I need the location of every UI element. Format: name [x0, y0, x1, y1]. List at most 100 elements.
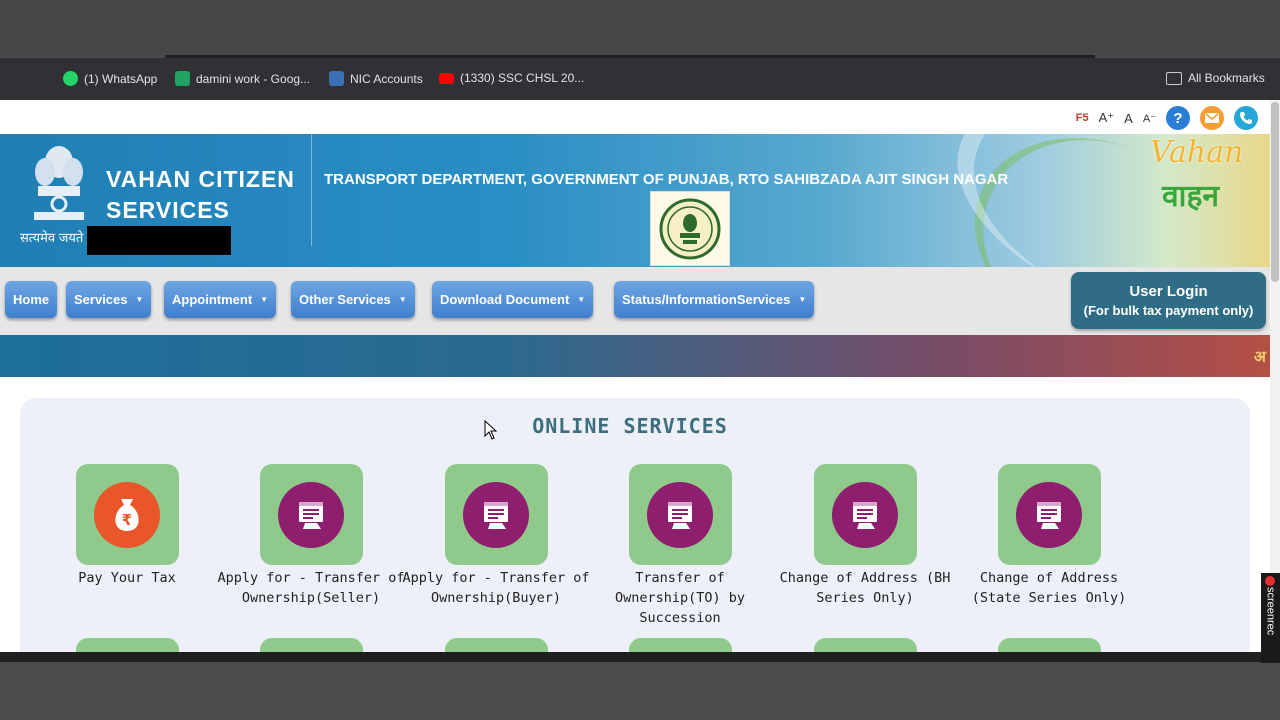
- tile-address-bh[interactable]: Change of Address (BH Series Only): [770, 464, 960, 608]
- news-ticker: अ: [0, 335, 1270, 377]
- folder-icon: [1166, 71, 1182, 85]
- font-normal[interactable]: A: [1124, 111, 1133, 126]
- online-services-panel: ONLINE SERVICES ₹ Pay Your Tax Apply for…: [20, 398, 1250, 652]
- main-nav: Home Services ▼ Appointment ▼ Other Serv…: [0, 267, 1270, 335]
- nav-download-document[interactable]: Download Document ▼: [432, 281, 594, 318]
- tile-transfer-seller[interactable]: Apply for - Transfer of Ownership(Seller…: [216, 464, 406, 608]
- utility-bar: F5 A⁺ A A⁻ ?: [1076, 106, 1258, 130]
- form-hand-icon: [463, 481, 529, 548]
- mouse-cursor-icon: [484, 420, 498, 440]
- tile-label: Apply for - Transfer of Ownership(Seller…: [216, 568, 406, 608]
- font-increase[interactable]: A⁺: [1099, 110, 1115, 126]
- tile-icon-box: [813, 464, 917, 565]
- bookmark-nic[interactable]: NIC Accounts: [329, 71, 423, 86]
- emblem-motto: सत्यमेव जयते: [20, 230, 84, 245]
- help-icon[interactable]: ?: [1166, 106, 1190, 130]
- tile-next-row[interactable]: [629, 638, 732, 652]
- tile-label-line: Ownership(Seller): [241, 590, 381, 606]
- tile-icon-box: [259, 464, 363, 565]
- nav-home-label: Home: [13, 292, 50, 307]
- tile-label-line: Change of Address: [979, 570, 1119, 586]
- scroll-thumb[interactable]: [1271, 102, 1279, 282]
- all-bookmarks[interactable]: All Bookmarks: [1166, 71, 1265, 85]
- form-hand-icon: [278, 481, 344, 548]
- bookmark-sheets[interactable]: damini work - Goog...: [175, 71, 310, 86]
- tile-label: Change of Address (BH Series Only): [770, 568, 960, 608]
- page-scrollbar[interactable]: [1270, 100, 1280, 652]
- tile-label-line: Succession: [639, 610, 721, 626]
- tile-next-row[interactable]: [998, 638, 1101, 652]
- caret-down-icon: ▼: [135, 295, 144, 304]
- user-login-label: User Login: [1129, 283, 1208, 300]
- tile-label-line: Apply for - Transfer of: [402, 570, 590, 586]
- tile-icon-box: [997, 464, 1101, 565]
- nav-status-information[interactable]: Status/InformationServices ▼: [614, 281, 815, 318]
- phone-icon[interactable]: [1234, 106, 1258, 130]
- brand-separator: [311, 134, 312, 246]
- vahan-logo: Vahan: [1150, 135, 1244, 170]
- national-emblem-icon: [34, 146, 84, 220]
- tile-label-line: Transfer of: [635, 570, 725, 586]
- nav-other-services[interactable]: Other Services ▼: [291, 281, 415, 318]
- sheets-icon: [175, 71, 190, 86]
- tile-transfer-succession[interactable]: Transfer of Ownership(TO) by Succession: [585, 464, 775, 628]
- nav-download-document-label: Download Document: [440, 292, 570, 307]
- user-login-sublabel: (For bulk tax payment only): [1083, 303, 1254, 318]
- screen-recorder-widget[interactable]: screenrec: [1261, 573, 1280, 663]
- tile-address-state[interactable]: Change of Address (State Series Only): [954, 464, 1144, 608]
- form-hand-icon: [1016, 481, 1082, 548]
- bookmark-label: NIC Accounts: [350, 71, 423, 86]
- header-banner: सत्यमेव जयते VAHAN CITIZEN SERVICES TRAN…: [0, 134, 1270, 267]
- taskbar-edge: [0, 652, 1280, 662]
- bookmark-label: (1) WhatsApp: [84, 71, 158, 86]
- nav-other-services-label: Other Services: [299, 292, 391, 307]
- font-decrease[interactable]: A⁻: [1143, 112, 1156, 125]
- browser-tabstrip: [0, 0, 1280, 56]
- brand-title: VAHAN CITIZEN SERVICES: [106, 164, 295, 226]
- tile-next-row[interactable]: [814, 638, 917, 652]
- punjab-seal-icon: [650, 191, 730, 266]
- tile-label-line: Series Only): [816, 590, 914, 606]
- tile-icon-box: ₹: [75, 464, 179, 565]
- caret-down-icon: ▼: [577, 295, 586, 304]
- user-login-button[interactable]: User Login (For bulk tax payment only): [1071, 272, 1266, 329]
- taskbar: [0, 652, 1280, 720]
- nic-icon: [329, 71, 344, 86]
- web-page: F5 A⁺ A A⁻ ? सत्यमेव जयते VAHAN CITIZEN …: [0, 100, 1280, 652]
- nav-appointment[interactable]: Appointment ▼: [164, 281, 277, 318]
- money-bag-icon: ₹: [94, 481, 160, 548]
- nav-home[interactable]: Home: [5, 281, 58, 318]
- bookmarks-bar: (1) WhatsApp damini work - Goog... NIC A…: [0, 58, 1280, 144]
- tile-next-row[interactable]: [260, 638, 363, 652]
- caret-down-icon: ▼: [398, 295, 407, 304]
- tile-label: Transfer of Ownership(TO) by Succession: [585, 568, 775, 628]
- brand-line2: SERVICES: [106, 197, 230, 223]
- bookmark-youtube[interactable]: (1330) SSC CHSL 20...: [439, 71, 584, 85]
- nav-services[interactable]: Services ▼: [66, 281, 152, 318]
- form-hand-icon: [647, 481, 713, 548]
- svg-text:₹: ₹: [122, 511, 132, 529]
- mail-icon[interactable]: [1200, 106, 1224, 130]
- refresh-f5[interactable]: F5: [1076, 112, 1089, 124]
- nav-appointment-label: Appointment: [172, 292, 253, 307]
- redacted-box: [87, 226, 231, 255]
- tile-label-line: Change of Address (BH: [779, 570, 951, 586]
- bookmark-whatsapp[interactable]: (1) WhatsApp: [63, 71, 157, 86]
- tile-next-row[interactable]: [445, 638, 548, 652]
- ticker-text: अ: [1253, 349, 1266, 366]
- whatsapp-icon: [63, 71, 78, 86]
- tile-pay-tax[interactable]: ₹ Pay Your Tax: [32, 464, 222, 588]
- tile-icon-box: [444, 464, 548, 565]
- tile-next-row[interactable]: [76, 638, 179, 652]
- tile-label-line: Apply for - Transfer of: [217, 570, 405, 586]
- youtube-icon: [439, 72, 454, 84]
- tile-label-line: Ownership(Buyer): [430, 590, 562, 606]
- nav-status-information-label: Status/InformationServices: [622, 292, 791, 307]
- services-title: ONLINE SERVICES: [532, 414, 728, 438]
- tile-transfer-buyer[interactable]: Apply for - Transfer of Ownership(Buyer): [401, 464, 591, 608]
- bookmark-label: (1330) SSC CHSL 20...: [460, 71, 585, 85]
- tile-icon-box: [628, 464, 732, 565]
- tile-label-line: Pay Your Tax: [78, 570, 176, 586]
- bookmark-label: damini work - Goog...: [196, 71, 311, 86]
- record-dot-icon[interactable]: [1265, 576, 1275, 586]
